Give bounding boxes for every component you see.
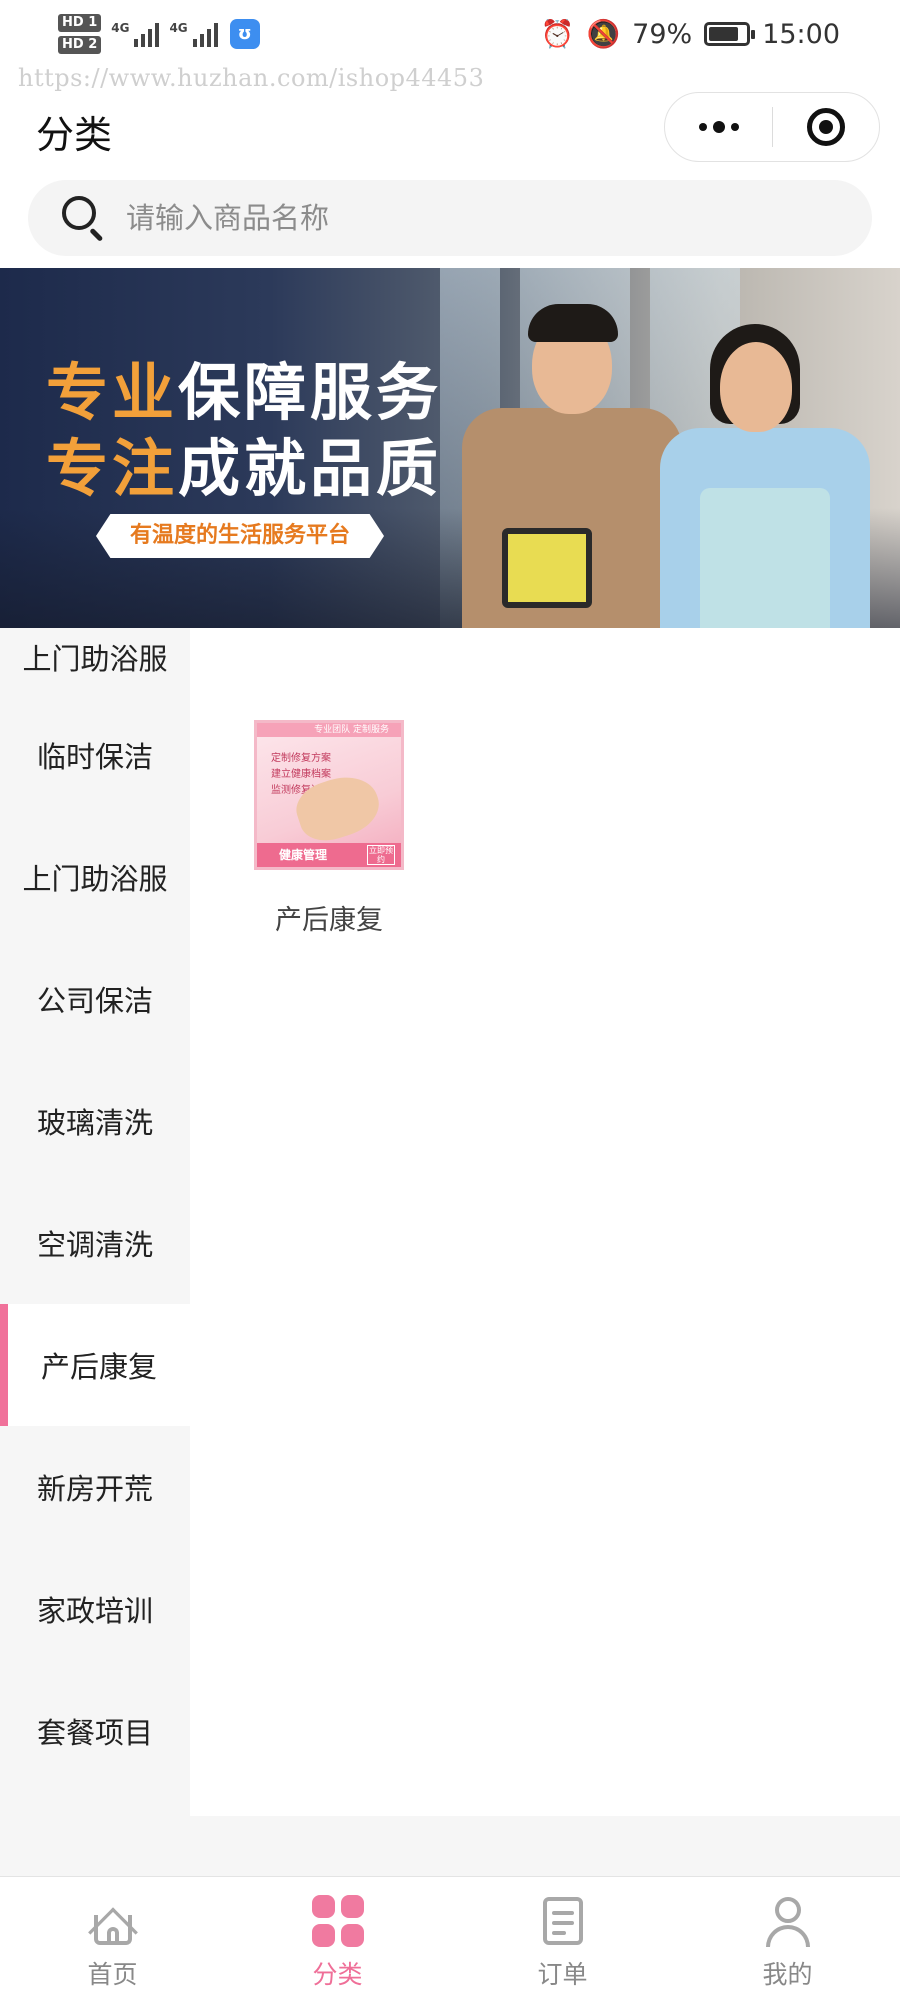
thumb-line-1: 定制修复方案 xyxy=(271,753,331,764)
close-miniprogram-button[interactable] xyxy=(773,93,879,161)
watermark: https://www.huzhan.com/ishop44453 xyxy=(18,64,485,92)
clock: 15:00 xyxy=(762,18,840,50)
battery-fill xyxy=(709,27,738,41)
content-bottom-spacer xyxy=(0,1816,900,1876)
tab-category[interactable]: 分类 xyxy=(225,1877,450,2000)
signal-icon-2: 4G xyxy=(169,21,218,47)
category-label: 套餐项目 xyxy=(36,1716,153,1750)
alarm-icon: ⏰ xyxy=(540,19,575,50)
banner-headline-2: 专注成就品质 xyxy=(46,418,442,508)
tab-profile[interactable]: 我的 xyxy=(675,1877,900,2000)
product-card[interactable]: 专业团队 定制服务 定制修复方案 建立健康档案 监测修复过程 健康管理 立即预约… xyxy=(254,720,404,937)
sim-1-label: HD 1 xyxy=(58,14,102,32)
order-icon xyxy=(537,1895,589,1947)
signal-icon: 4G xyxy=(111,21,160,47)
banner-tagline: 有温度的生活服务平台 xyxy=(96,514,385,558)
user-icon xyxy=(762,1895,814,1947)
banner-headline-2-text: 成就品质 xyxy=(178,432,443,505)
status-bar-left: HD 1 HD 2 4G 4G ʊ xyxy=(58,14,260,54)
home-icon xyxy=(87,1895,139,1958)
mute-icon: 🔕 xyxy=(586,19,621,50)
category-item-temp-cleaning[interactable]: 临时保洁 xyxy=(0,694,190,816)
category-item-packages[interactable]: 套餐项目 xyxy=(0,1670,190,1792)
target-icon xyxy=(807,108,845,146)
notification-app-icon: ʊ xyxy=(229,19,260,49)
promo-banner[interactable]: 专业保障服务 专注成就品质 有温度的生活服务平台 xyxy=(0,268,900,628)
more-menu-button[interactable] xyxy=(665,93,772,161)
tab-label: 订单 xyxy=(537,1960,588,1989)
category-item-glass-cleaning[interactable]: 玻璃清洗 xyxy=(0,1060,190,1182)
category-item-ac-cleaning[interactable]: 空调清洗 xyxy=(0,1182,190,1304)
bottom-tab-bar: 首页 分类 订单 我的 xyxy=(0,1876,900,2000)
thumb-badge: 立即预约 xyxy=(367,845,395,865)
banner-headline-2-highlight: 专注 xyxy=(46,432,179,505)
tab-orders[interactable]: 订单 xyxy=(450,1877,675,2000)
tab-label: 我的 xyxy=(762,1960,813,1989)
category-label: 产后康复 xyxy=(40,1350,157,1384)
sim-2-label: HD 2 xyxy=(58,36,102,54)
category-item-postpartum-active[interactable]: 产后康复 xyxy=(0,1304,190,1426)
search-icon xyxy=(62,196,106,242)
category-item-office-cleaning[interactable]: 公司保洁 xyxy=(0,938,190,1060)
category-item-bath-service-2[interactable]: 上门助浴服 xyxy=(0,816,190,938)
thumb-top-text: 专业团队 定制服务 xyxy=(257,723,401,737)
category-label: 公司保洁 xyxy=(36,984,153,1018)
status-bar-right: ⏰ 🔕 79% 15:00 xyxy=(540,18,840,51)
category-sidebar: 上门助浴服 临时保洁 上门助浴服 公司保洁 玻璃清洗 空调清洗 产后康复 新房开… xyxy=(0,628,190,1816)
product-name: 产后康复 xyxy=(275,905,383,936)
thumb-line-2: 建立健康档案 xyxy=(271,769,331,780)
miniprogram-capsule xyxy=(664,92,880,162)
network-type-label: 4G xyxy=(111,21,130,35)
page-title: 分类 xyxy=(36,113,113,157)
search-bar[interactable] xyxy=(28,180,872,256)
tab-home[interactable]: 首页 xyxy=(0,1877,225,2000)
category-label: 玻璃清洗 xyxy=(36,1106,153,1140)
category-label: 家政培训 xyxy=(36,1594,153,1628)
network-type-label-2: 4G xyxy=(169,21,188,35)
category-label: 上门助浴服 xyxy=(22,862,168,896)
sim-indicators: HD 1 HD 2 xyxy=(58,14,102,54)
category-item-bath-service-1[interactable]: 上门助浴服 xyxy=(0,628,190,694)
category-label: 上门助浴服 xyxy=(22,642,168,676)
tab-label: 分类 xyxy=(312,1960,363,1989)
category-content: 专业团队 定制服务 定制修复方案 建立健康档案 监测修复过程 健康管理 立即预约… xyxy=(190,628,900,1816)
search-input[interactable] xyxy=(126,201,726,235)
battery-percent: 79% xyxy=(632,18,693,50)
battery-icon xyxy=(704,22,756,46)
category-item-training[interactable]: 家政培训 xyxy=(0,1548,190,1670)
category-grid-icon xyxy=(311,1895,364,1947)
product-thumbnail: 专业团队 定制服务 定制修复方案 建立健康档案 监测修复过程 健康管理 立即预约 xyxy=(254,720,404,870)
category-label: 空调清洗 xyxy=(36,1228,153,1262)
category-label: 临时保洁 xyxy=(36,740,153,774)
category-label: 新房开荒 xyxy=(36,1472,153,1506)
category-item-new-house[interactable]: 新房开荒 xyxy=(0,1426,190,1548)
banner-cleaner-illustration xyxy=(650,318,880,628)
tab-label: 首页 xyxy=(87,1960,138,1989)
